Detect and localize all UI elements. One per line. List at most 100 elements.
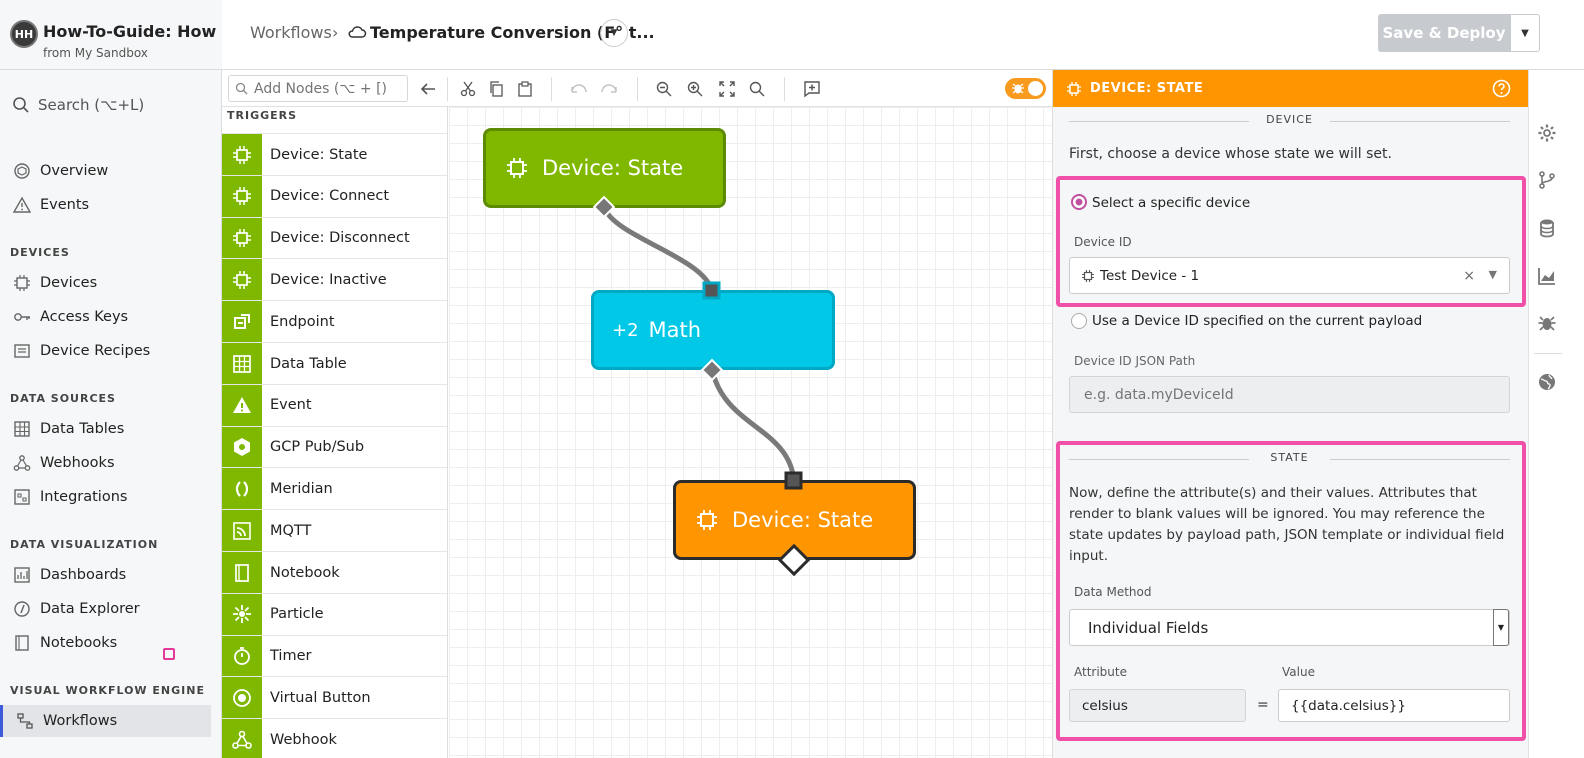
palette-item[interactable]: GCP Pub/Sub bbox=[222, 425, 447, 468]
save-deploy-button[interactable]: Save & Deploy bbox=[1378, 14, 1510, 52]
palette-item[interactable]: Event bbox=[222, 383, 447, 426]
palette-item[interactable]: MQTT bbox=[222, 509, 447, 552]
add-comment-button[interactable] bbox=[801, 78, 823, 100]
paste-button[interactable] bbox=[514, 78, 536, 100]
device-help-text: First, choose a device whose state we wi… bbox=[1069, 146, 1392, 162]
collapse-palette-button[interactable] bbox=[417, 78, 439, 100]
palette-item-label: Notebook bbox=[270, 564, 340, 581]
data-method-value: Individual Fields bbox=[1088, 618, 1209, 637]
help-icon[interactable] bbox=[1492, 79, 1511, 98]
palette-item[interactable]: Meridian bbox=[222, 467, 447, 510]
value-label: Value bbox=[1282, 665, 1315, 679]
workflow-toolbar bbox=[222, 70, 1052, 107]
palette-item[interactable]: Endpoint bbox=[222, 300, 447, 343]
radio-payload-device[interactable] bbox=[1071, 313, 1087, 329]
globe-icon[interactable] bbox=[1537, 372, 1557, 392]
sidebar-item-devices[interactable]: Devices bbox=[12, 269, 212, 297]
palette-item[interactable]: Particle bbox=[222, 592, 447, 635]
top-header: Workflows › Temperature Conversion (F° t… bbox=[222, 0, 1584, 70]
chart-icon[interactable] bbox=[1537, 266, 1557, 286]
section-device-title: DEVICE bbox=[1069, 113, 1510, 129]
zoom-reset-button[interactable] bbox=[746, 78, 768, 100]
sidebar-item-integrations[interactable]: Integrations bbox=[12, 483, 212, 511]
app-header[interactable]: HH How-To-Guide: How to... from My Sandb… bbox=[0, 0, 222, 70]
sidebar-item-events[interactable]: Events bbox=[12, 191, 212, 219]
toolbar-divider bbox=[551, 77, 552, 101]
radio-specific-device[interactable] bbox=[1071, 194, 1087, 210]
palette-item[interactable]: Notebook bbox=[222, 551, 447, 593]
zoom-in-button[interactable] bbox=[684, 78, 706, 100]
sidebar-item-access-keys[interactable]: Access Keys bbox=[12, 303, 212, 331]
meridian-icon bbox=[222, 468, 262, 510]
caret-down-icon: ▼ bbox=[1521, 27, 1529, 39]
sidebar-item-data-tables[interactable]: Data Tables bbox=[12, 415, 212, 443]
gear-icon[interactable] bbox=[1537, 123, 1557, 143]
sidebar-item-overview[interactable]: Overview bbox=[12, 157, 212, 185]
state-help-text: Now, define the attribute(s) and their v… bbox=[1069, 485, 1505, 564]
debug-toggle[interactable] bbox=[1005, 78, 1046, 99]
sidebar-item-workflows[interactable]: Workflows bbox=[0, 705, 211, 737]
data-method-select[interactable]: Individual Fields ▼ bbox=[1069, 609, 1510, 646]
toolbar-divider bbox=[637, 77, 638, 101]
sidebar-item-label: Data Tables bbox=[40, 421, 125, 437]
palette-item[interactable]: Device: Inactive bbox=[222, 258, 447, 301]
node-device-state-output[interactable]: Device: State bbox=[673, 480, 916, 560]
palette-item[interactable]: Device: State bbox=[222, 133, 447, 175]
avatar[interactable]: HH bbox=[10, 20, 38, 48]
title-dropdown-button[interactable]: ▼ bbox=[600, 19, 628, 47]
palette-item[interactable]: Data Table bbox=[222, 342, 447, 384]
node-palette: TRIGGERS Device: State Device: Connect Dev… bbox=[222, 107, 448, 758]
palette-item[interactable]: Webhook bbox=[222, 718, 447, 758]
highlight-marker bbox=[163, 648, 175, 660]
cut-button[interactable] bbox=[457, 78, 479, 100]
section-data-visualization: DATA VISUALIZATION bbox=[10, 538, 159, 551]
redo-button[interactable] bbox=[598, 78, 620, 100]
fit-view-button[interactable] bbox=[716, 78, 738, 100]
chip-icon bbox=[696, 509, 718, 531]
json-path-input[interactable] bbox=[1069, 376, 1510, 413]
radio-payload-device-label[interactable]: Use a Device ID specified on the current… bbox=[1092, 313, 1422, 329]
app-title[interactable]: How-To-Guide: How to... bbox=[43, 22, 219, 41]
sidebar-item-dashboards[interactable]: Dashboards bbox=[12, 561, 212, 589]
breadcrumb-workflows[interactable]: Workflows bbox=[250, 23, 332, 42]
palette-item-label: Particle bbox=[270, 606, 324, 623]
attribute-input[interactable]: celsius bbox=[1069, 689, 1246, 722]
copy-button[interactable] bbox=[485, 78, 507, 100]
branch-icon[interactable] bbox=[1537, 170, 1557, 190]
palette-item-label: Virtual Button bbox=[270, 689, 371, 706]
clear-icon[interactable]: × bbox=[1463, 268, 1475, 284]
workflow-canvas[interactable]: Device: State +2 Math Device: State bbox=[449, 107, 1052, 758]
cloud-icon bbox=[347, 24, 367, 40]
caret-down-icon[interactable]: ▼ bbox=[1489, 268, 1497, 281]
sidebar-item-device-recipes[interactable]: Device Recipes bbox=[12, 337, 212, 365]
palette-item-label: Timer bbox=[270, 648, 312, 665]
sidebar-search[interactable]: Search (⌥+L) bbox=[12, 93, 144, 117]
palette-item[interactable]: Timer bbox=[222, 634, 447, 677]
search-icon bbox=[235, 82, 248, 95]
save-options-button[interactable]: ▼ bbox=[1510, 14, 1540, 52]
node-math[interactable]: +2 Math bbox=[591, 290, 835, 370]
palette-item[interactable]: Device: Disconnect bbox=[222, 216, 447, 259]
radio-specific-device-label[interactable]: Select a specific device bbox=[1092, 195, 1250, 211]
node-config-panel: DEVICE: STATE DEVICE First, choose a dev… bbox=[1052, 70, 1528, 758]
value-input[interactable]: {{data.celsius}} bbox=[1278, 689, 1510, 722]
caret-down-icon[interactable]: ▼ bbox=[1493, 609, 1509, 646]
sidebar-item-webhooks[interactable]: Webhooks bbox=[12, 449, 212, 477]
zoom-out-icon bbox=[656, 81, 672, 97]
sidebar-item-notebooks[interactable]: Notebooks bbox=[12, 629, 212, 657]
sidebar-item-data-explorer[interactable]: Data Explorer bbox=[12, 595, 212, 623]
add-nodes-input[interactable] bbox=[228, 75, 408, 102]
zoom-out-button[interactable] bbox=[653, 78, 675, 100]
undo-button[interactable] bbox=[568, 78, 590, 100]
data-method-label: Data Method bbox=[1074, 585, 1152, 599]
device-id-select[interactable]: Test Device - 1 × ▼ bbox=[1069, 257, 1510, 294]
palette-item[interactable]: Device: Connect bbox=[222, 174, 447, 217]
section-devices: DEVICES bbox=[10, 246, 70, 259]
database-icon[interactable] bbox=[1537, 218, 1557, 238]
bug-icon[interactable] bbox=[1537, 313, 1557, 333]
toolbar-divider bbox=[784, 77, 785, 101]
palette-item[interactable]: Virtual Button bbox=[222, 676, 447, 719]
integrations-icon bbox=[12, 487, 32, 507]
key-icon bbox=[12, 307, 32, 327]
node-device-state-trigger[interactable]: Device: State bbox=[483, 128, 726, 208]
